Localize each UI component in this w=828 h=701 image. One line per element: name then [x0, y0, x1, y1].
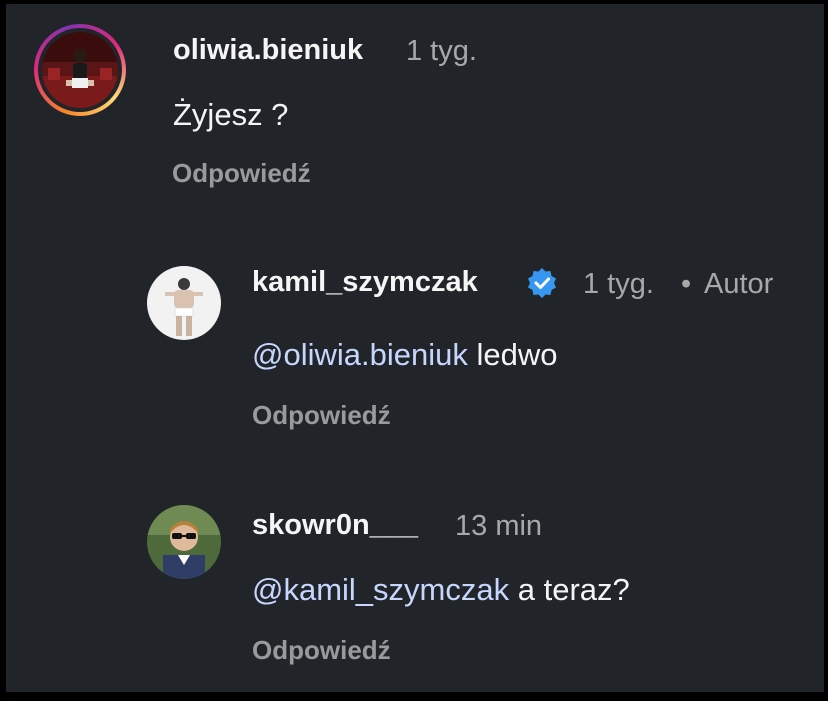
comment-username[interactable]: kamil_szymczak	[252, 266, 478, 299]
mention-link[interactable]: @kamil_szymczak	[252, 572, 509, 607]
avatar[interactable]	[147, 505, 221, 579]
avatar[interactable]	[147, 266, 221, 340]
comment-time: 13 min	[455, 510, 543, 542]
comment-time: 1 tyg.	[583, 268, 654, 300]
comment-text: Żyjesz ?	[173, 97, 289, 132]
comment-body: ledwo	[476, 337, 558, 372]
avatar[interactable]	[42, 32, 118, 108]
reply-button[interactable]: Odpowiedź	[172, 158, 311, 189]
story-ring[interactable]	[34, 24, 126, 116]
comments-panel: oliwia.bieniuk 1 tyg. Żyjesz ? Odpowiedź…	[6, 4, 824, 692]
comment-text: @oliwia.bieniuk ledwo	[252, 337, 557, 373]
reply-button[interactable]: Odpowiedź	[252, 400, 391, 431]
author-label: Autor	[704, 268, 774, 300]
comment-time: 1 tyg.	[406, 35, 477, 67]
comment-username[interactable]: oliwia.bieniuk	[173, 34, 363, 67]
comment-username[interactable]: skowr0n___	[252, 509, 418, 542]
mention-link[interactable]: @oliwia.bieniuk	[252, 337, 468, 372]
separator-dot: •	[681, 268, 692, 300]
comment-text: @kamil_szymczak a teraz?	[252, 572, 630, 608]
comment-body: a teraz?	[517, 572, 630, 607]
reply-button[interactable]: Odpowiedź	[252, 635, 391, 666]
verified-badge-icon	[527, 268, 557, 298]
